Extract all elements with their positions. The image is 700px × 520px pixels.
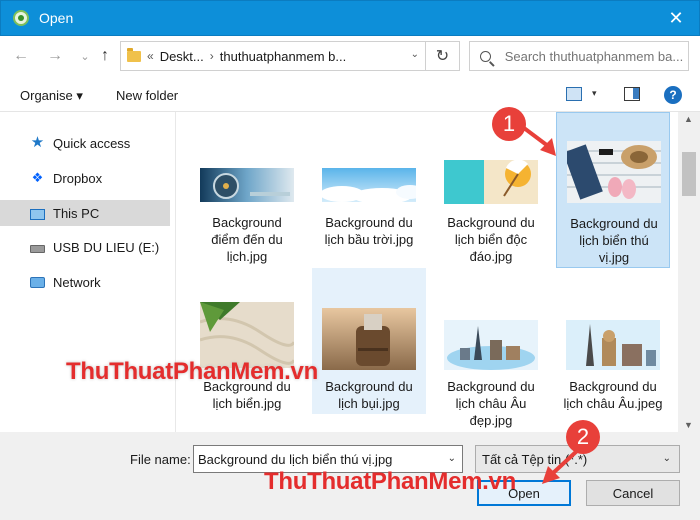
step-number: 2 — [576, 424, 590, 449]
step-number: 1 — [502, 111, 516, 136]
step-badge-2: 2 — [566, 420, 600, 454]
step-badge-1: 1 — [492, 107, 526, 141]
